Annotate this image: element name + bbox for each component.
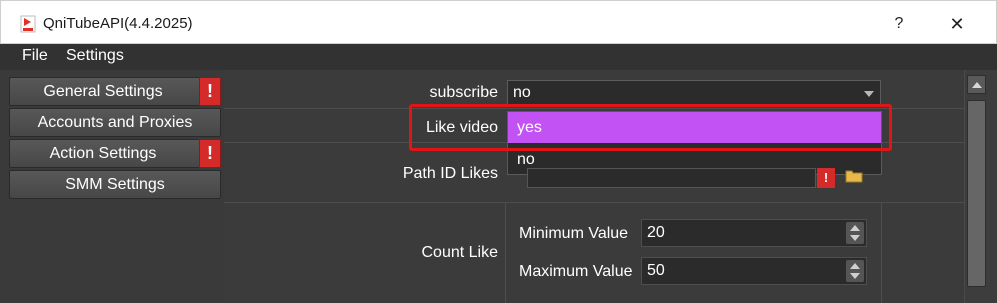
spin-down-icon[interactable] [850, 273, 860, 279]
subscribe-label: subscribe [429, 84, 498, 101]
menu-file[interactable]: File [22, 47, 48, 65]
chevron-down-icon [864, 91, 874, 97]
close-button[interactable]: ✕ [937, 9, 977, 39]
menu-bar: File Settings [0, 44, 997, 70]
warning-badge: ! [817, 168, 835, 188]
column-divider [881, 202, 882, 303]
window-title: QniTubeAPI(4.4.2025) [43, 15, 193, 32]
column-divider [505, 202, 506, 303]
maximum-value-label: Maximum Value [519, 263, 633, 280]
warning-badge: ! [199, 77, 221, 106]
minimum-value-spinbox[interactable]: 20 [641, 219, 867, 247]
smm-settings-button[interactable]: SMM Settings [9, 170, 221, 199]
sidebar-item-label: Action Settings [49, 145, 157, 162]
subscribe-dropdown[interactable]: no [507, 80, 881, 106]
sidebar: General Settings ! Accounts and Proxies … [0, 70, 224, 303]
minimum-value-label: Minimum Value [519, 225, 629, 242]
sidebar-item-label: General Settings [43, 83, 163, 100]
spin-up-icon[interactable] [850, 225, 860, 231]
count-like-label: Count Like [421, 244, 499, 261]
help-button[interactable]: ? [879, 9, 919, 39]
folder-icon[interactable] [845, 168, 863, 183]
maximum-value-spinbox[interactable]: 50 [641, 257, 867, 285]
spin-down-icon[interactable] [850, 235, 860, 241]
scroll-thumb[interactable] [967, 100, 986, 287]
menu-settings[interactable]: Settings [66, 47, 124, 65]
accounts-and-proxies-button[interactable]: Accounts and Proxies [9, 108, 221, 137]
sidebar-item-label: SMM Settings [65, 176, 165, 193]
sidebar-item-label: Accounts and Proxies [37, 114, 193, 131]
action-settings-button[interactable]: Action Settings ! [9, 139, 221, 168]
scroll-up-button[interactable] [967, 75, 986, 94]
warning-badge: ! [199, 139, 221, 168]
row-divider [224, 202, 964, 203]
spin-buttons[interactable] [846, 260, 864, 282]
spin-buttons[interactable] [846, 222, 864, 244]
spin-up-icon[interactable] [850, 263, 860, 269]
path-id-likes-input[interactable] [527, 168, 816, 188]
vertical-scrollbar[interactable] [964, 70, 997, 303]
minimum-value: 20 [647, 224, 665, 241]
app-icon [20, 15, 36, 33]
subscribe-value: no [513, 84, 531, 101]
annotation-highlight-box [409, 104, 892, 151]
path-id-likes-label: Path ID Likes [402, 165, 498, 182]
general-settings-button[interactable]: General Settings ! [9, 77, 221, 106]
maximum-value: 50 [647, 262, 665, 279]
title-bar: QniTubeAPI(4.4.2025) ? ✕ [0, 0, 997, 44]
